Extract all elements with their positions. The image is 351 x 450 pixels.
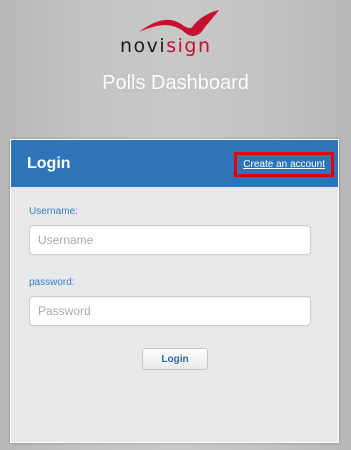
- logo-wordmark: novisign: [120, 37, 211, 56]
- password-label: password:: [29, 277, 75, 288]
- login-button[interactable]: Login: [142, 348, 208, 370]
- username-label: Username:: [29, 206, 78, 217]
- create-account-link[interactable]: Create an account: [234, 152, 334, 177]
- username-input[interactable]: [29, 225, 311, 255]
- logo-text-sign: sign: [166, 35, 212, 57]
- page-title: Polls Dashboard: [102, 72, 249, 94]
- password-input[interactable]: [29, 296, 311, 326]
- login-panel: Login Create an account Username: passwo…: [10, 139, 339, 443]
- novisign-logo: novisign: [117, 10, 229, 60]
- login-panel-header: Login Create an account: [11, 140, 338, 187]
- login-panel-title: Login: [27, 155, 71, 172]
- logo-text-novi: novi: [120, 35, 167, 57]
